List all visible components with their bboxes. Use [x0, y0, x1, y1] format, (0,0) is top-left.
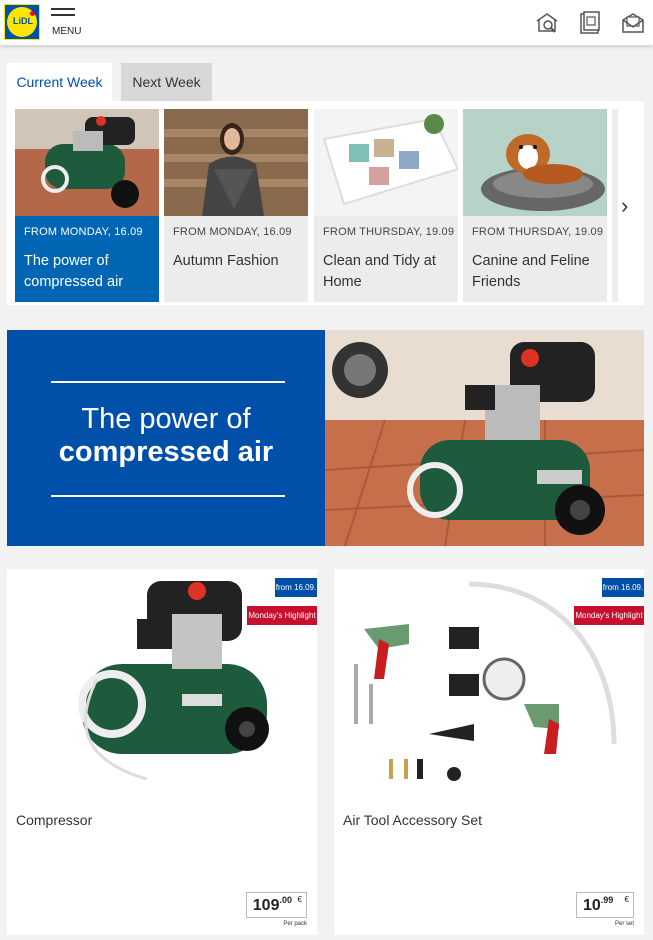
newsletter-icon[interactable]	[621, 11, 645, 35]
hero-text-panel: The power of compressed air	[7, 330, 325, 546]
tab-current-week[interactable]: Current Week	[7, 63, 112, 103]
air-tool-set-image	[334, 569, 644, 799]
highlight-badge: Monday's Highlight	[574, 606, 644, 625]
card-date: FROM THURSDAY, 19.09	[323, 226, 455, 238]
logo-text: LiDL	[13, 16, 33, 26]
hero-divider-top	[51, 381, 285, 383]
hero-compressor-photo	[325, 330, 644, 546]
price-unit: Per set	[614, 921, 634, 927]
product-card-air-tool-set[interactable]: from 16.09. Monday's Highlight Air Tool …	[334, 569, 644, 935]
theme-card-clean-tidy[interactable]: FROM THURSDAY, 19.09 Clean and Tidy at H…	[314, 109, 458, 302]
theme-carousel: FROM MONDAY, 16.09 The power of compress…	[7, 101, 644, 305]
card-title: The power of compressed air	[24, 253, 124, 290]
hero-divider-bottom	[51, 495, 285, 497]
highlight-badge: Monday's Highlight	[247, 606, 317, 625]
menu-label: MENU	[52, 26, 82, 37]
next-card-peek	[612, 109, 618, 302]
logo-dot	[30, 11, 35, 16]
price-tag: 109.00 €	[245, 892, 307, 918]
card-date: FROM MONDAY, 16.09	[173, 226, 292, 238]
product-name: Compressor	[16, 812, 93, 828]
storage-thumbnail	[314, 109, 458, 216]
card-date: FROM MONDAY, 16.09	[24, 226, 143, 238]
theme-card-autumn-fashion[interactable]: FROM MONDAY, 16.09 Autumn Fashion	[164, 109, 308, 302]
date-badge: from 16.09.	[602, 578, 644, 597]
card-date: FROM THURSDAY, 19.09	[472, 226, 604, 238]
theme-card-pets[interactable]: FROM THURSDAY, 19.09 Canine and Feline F…	[463, 109, 607, 302]
compressor-thumbnail	[15, 109, 159, 216]
price-main: 10	[583, 897, 601, 914]
price-currency: €	[297, 895, 302, 904]
price-cents: .00	[279, 895, 292, 905]
card-title: Canine and Feline Friends	[472, 253, 590, 290]
card-title: Clean and Tidy at Home	[323, 253, 436, 290]
price-cents: .99	[600, 895, 614, 905]
price-currency: €	[624, 895, 629, 904]
compressor-product-image	[7, 569, 317, 799]
store-search-icon[interactable]	[535, 11, 559, 35]
hamburger-line	[51, 14, 75, 16]
hero-banner[interactable]: The power of compressed air	[7, 330, 644, 546]
date-badge: from 16.09.	[275, 578, 317, 597]
menu-button[interactable]: MENU	[51, 8, 82, 38]
lidl-logo[interactable]: LiDL	[4, 4, 40, 40]
hero-line-1: The power of	[81, 403, 251, 435]
price-unit: Per pack	[283, 921, 307, 927]
product-name: Air Tool Accessory Set	[343, 812, 483, 828]
theme-card-compressed-air[interactable]: FROM MONDAY, 16.09 The power of compress…	[15, 109, 159, 302]
fashion-thumbnail	[164, 109, 308, 216]
leaflet-icon[interactable]	[578, 11, 602, 35]
hero-line-2: compressed air	[58, 436, 274, 468]
hamburger-line	[51, 8, 75, 10]
price-main: 109	[252, 897, 280, 914]
carousel-next-arrow[interactable]: ›	[621, 193, 628, 219]
card-title: Autumn Fashion	[173, 253, 279, 269]
tab-next-week[interactable]: Next Week	[121, 63, 212, 101]
site-header: LiDL MENU	[0, 0, 653, 45]
price-tag: 10.99 €	[576, 892, 634, 918]
dog-bed-thumbnail	[463, 109, 607, 216]
product-card-compressor[interactable]: from 16.09. Monday's Highlight Compresso…	[7, 569, 317, 935]
